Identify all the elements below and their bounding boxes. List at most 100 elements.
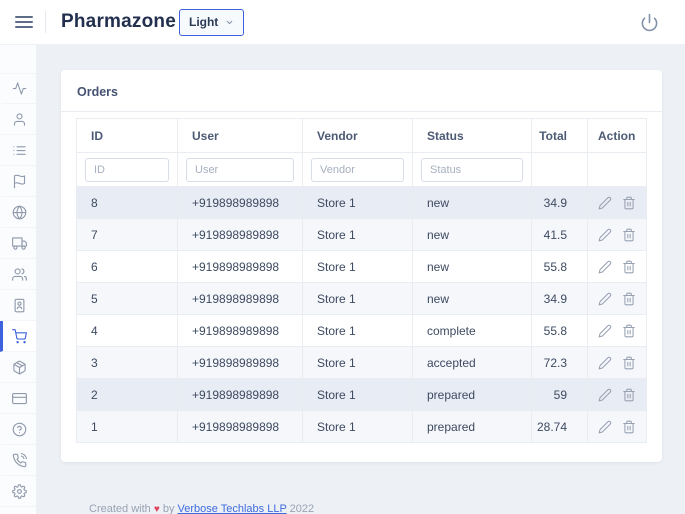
orders-card: Orders IDUserVendorStatusTotalAction 8+9… bbox=[61, 70, 662, 462]
status-cell: new bbox=[412, 218, 532, 251]
list-icon bbox=[12, 143, 27, 158]
status-cell: prepared bbox=[412, 410, 532, 443]
pencil-icon bbox=[598, 420, 612, 434]
header-divider bbox=[45, 11, 46, 33]
sidebar-item-phone-call[interactable] bbox=[0, 445, 36, 476]
table-row: 3 +919898989898 Store 1 accepted 72.3 bbox=[76, 346, 647, 379]
sidebar-item-flag[interactable] bbox=[0, 166, 36, 197]
app-title: Pharmazone bbox=[61, 11, 176, 32]
gear-icon bbox=[12, 483, 27, 499]
filter-cell-user bbox=[177, 152, 303, 187]
sidebar-item-credit-card[interactable] bbox=[0, 383, 36, 414]
logout-button[interactable] bbox=[640, 13, 659, 32]
trash-icon bbox=[622, 292, 636, 306]
sidebar-item-gear[interactable] bbox=[0, 476, 36, 507]
power-icon bbox=[640, 13, 659, 32]
total-cell: 55.8 bbox=[531, 314, 588, 347]
phone-call-icon bbox=[12, 452, 27, 468]
sidebar-item-activity[interactable] bbox=[0, 73, 36, 104]
sidebar-item-help-circle[interactable] bbox=[0, 414, 36, 445]
user-cell: +919898989898 bbox=[177, 314, 303, 347]
sidebar bbox=[0, 45, 37, 514]
status-filter-input[interactable] bbox=[421, 157, 523, 182]
sidebar-item-shopping-cart[interactable] bbox=[0, 321, 36, 352]
table-row: 5 +919898989898 Store 1 new 34.9 bbox=[76, 282, 647, 315]
footer-text: Created with bbox=[89, 503, 151, 514]
action-cell bbox=[587, 218, 647, 251]
edit-button[interactable] bbox=[593, 420, 617, 434]
sidebar-item-truck[interactable] bbox=[0, 228, 36, 259]
edit-button[interactable] bbox=[593, 196, 617, 210]
chevron-down-icon bbox=[225, 18, 234, 27]
sidebar-item-user-badge[interactable] bbox=[0, 290, 36, 321]
id-cell: 5 bbox=[76, 282, 178, 315]
status-cell: new bbox=[412, 250, 532, 283]
user-cell: +919898989898 bbox=[177, 346, 303, 379]
status-cell: accepted bbox=[412, 346, 532, 379]
edit-button[interactable] bbox=[593, 292, 617, 306]
status-cell: prepared bbox=[412, 378, 532, 411]
id-cell: 1 bbox=[76, 410, 178, 443]
trash-icon bbox=[622, 228, 636, 242]
edit-button[interactable] bbox=[593, 228, 617, 242]
delete-button[interactable] bbox=[617, 196, 641, 210]
user-cell: +919898989898 bbox=[177, 218, 303, 251]
truck-icon bbox=[12, 236, 27, 251]
pencil-icon bbox=[598, 356, 612, 370]
user-cell: +919898989898 bbox=[177, 378, 303, 411]
pencil-icon bbox=[598, 292, 612, 306]
action-cell bbox=[587, 314, 647, 347]
table-row: 2 +919898989898 Store 1 prepared 59 bbox=[76, 378, 647, 411]
vendor-filter-input[interactable] bbox=[311, 157, 404, 182]
activity-icon bbox=[12, 81, 27, 96]
delete-button[interactable] bbox=[617, 292, 641, 306]
sidebar-item-globe[interactable] bbox=[0, 197, 36, 228]
top-bar: Pharmazone Light bbox=[0, 0, 685, 45]
edit-button[interactable] bbox=[593, 260, 617, 274]
sidebar-item-users[interactable] bbox=[0, 259, 36, 290]
action-cell bbox=[587, 346, 647, 379]
help-circle-icon bbox=[12, 422, 27, 437]
table-row: 8 +919898989898 Store 1 new 34.9 bbox=[76, 186, 647, 219]
id-cell: 6 bbox=[76, 250, 178, 283]
delete-button[interactable] bbox=[617, 420, 641, 434]
column-header-id: ID bbox=[76, 118, 178, 153]
theme-dropdown[interactable]: Light bbox=[178, 8, 245, 36]
menu-icon[interactable] bbox=[15, 13, 33, 31]
total-cell: 41.5 bbox=[531, 218, 588, 251]
vendor-cell: Store 1 bbox=[302, 314, 413, 347]
id-cell: 7 bbox=[76, 218, 178, 251]
status-cell: new bbox=[412, 186, 532, 219]
action-cell bbox=[587, 250, 647, 283]
shopping-cart-icon bbox=[12, 328, 27, 344]
edit-button[interactable] bbox=[593, 324, 617, 338]
delete-button[interactable] bbox=[617, 228, 641, 242]
vendor-cell: Store 1 bbox=[302, 410, 413, 443]
trash-icon bbox=[622, 260, 636, 274]
theme-dropdown-label: Light bbox=[188, 15, 219, 29]
trash-icon bbox=[622, 388, 636, 402]
status-cell: complete bbox=[412, 314, 532, 347]
total-cell: 59 bbox=[531, 378, 588, 411]
delete-button[interactable] bbox=[617, 260, 641, 274]
column-header-status: Status bbox=[412, 118, 532, 153]
table-row: 7 +919898989898 Store 1 new 41.5 bbox=[76, 218, 647, 251]
edit-button[interactable] bbox=[593, 356, 617, 370]
main-content: Orders IDUserVendorStatusTotalAction 8+9… bbox=[37, 45, 685, 514]
user-filter-input[interactable] bbox=[186, 157, 294, 182]
pencil-icon bbox=[598, 324, 612, 338]
footer-year: 2022 bbox=[289, 503, 315, 514]
trash-icon bbox=[622, 324, 636, 338]
delete-button[interactable] bbox=[617, 356, 641, 370]
users-icon bbox=[12, 267, 27, 282]
edit-button[interactable] bbox=[593, 388, 617, 402]
footer-link[interactable]: Verbose Techlabs LLP bbox=[178, 503, 287, 514]
sidebar-item-package[interactable] bbox=[0, 352, 36, 383]
delete-button[interactable] bbox=[617, 388, 641, 402]
table-row: 6 +919898989898 Store 1 new 55.8 bbox=[76, 250, 647, 283]
delete-button[interactable] bbox=[617, 324, 641, 338]
user-cell: +919898989898 bbox=[177, 250, 303, 283]
sidebar-item-user[interactable] bbox=[0, 104, 36, 135]
sidebar-item-list[interactable] bbox=[0, 135, 36, 166]
id-filter-input[interactable] bbox=[85, 157, 169, 182]
